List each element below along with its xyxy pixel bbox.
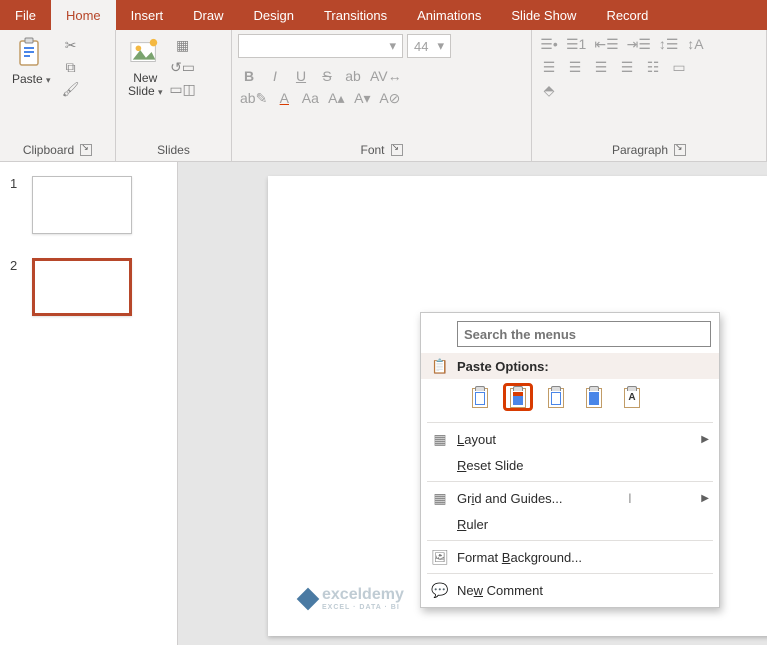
layout-icon: ▦ [429, 430, 451, 448]
context-menu: 📋 Paste Options: A ▦ Layout ▶ Reset Slid… [420, 312, 720, 608]
font-family-select[interactable]: ▾ [238, 34, 403, 58]
slide-thumb-2[interactable]: 2 [10, 258, 167, 316]
paste-text-only[interactable]: A [617, 383, 647, 411]
new-slide-icon [129, 37, 161, 69]
group-paragraph-label: Paragraph [612, 143, 668, 157]
justify-button[interactable]: ☰ [618, 59, 636, 76]
group-paragraph: ☰• ☰1 ⇤☰ ⇥☰ ↕☰ ↕A ☰ ☰ ☰ ☰ ☷ ▭ ⬘ Paragrap… [532, 30, 767, 161]
menu-grid-guides[interactable]: ▦ Grid and Guides... | ▶ [421, 485, 719, 511]
underline-button[interactable]: U [292, 68, 310, 84]
grow-font-button[interactable]: A▴ [327, 90, 345, 107]
tab-transitions[interactable]: Transitions [309, 0, 402, 30]
bold-button[interactable]: B [240, 68, 258, 84]
strike-button[interactable]: S [318, 68, 336, 84]
shadow-button[interactable]: ab [344, 68, 362, 84]
group-slides: NewSlide ▾ ▦ ↺▭ ▭◫ Slides [116, 30, 232, 161]
cut-icon[interactable]: ✂ [62, 36, 80, 54]
paste-button[interactable]: Paste ▾ [6, 34, 57, 89]
grid-icon: ▦ [429, 489, 451, 507]
ribbon: Paste ▾ ✂ ⧉ 🖌 Clipboard NewSlide ▾ ▦ ↺▭ … [0, 30, 767, 162]
italic-button[interactable]: I [266, 68, 284, 84]
slide-thumb-1[interactable]: 1 [10, 176, 167, 234]
clipboard-icon: 📋 [429, 357, 451, 375]
align-center-button[interactable]: ☰ [566, 59, 584, 76]
menu-format-background[interactable]: 🖼 Format Background... [421, 544, 719, 570]
menu-reset-slide[interactable]: Reset Slide [421, 452, 719, 478]
font-color-button[interactable]: A [275, 90, 293, 107]
tab-slideshow[interactable]: Slide Show [496, 0, 591, 30]
indent-dec-button[interactable]: ⇤☰ [594, 36, 618, 53]
dialog-launcher-icon[interactable] [80, 144, 92, 156]
comment-icon: 💬 [429, 581, 451, 599]
search-menus-input[interactable] [457, 321, 711, 347]
thumb-preview[interactable] [32, 176, 132, 234]
chevron-right-icon: ▶ [701, 493, 709, 504]
menu-ruler[interactable]: Ruler [421, 511, 719, 537]
spacing-button[interactable]: AV↔ [370, 68, 402, 84]
bullets-button[interactable]: ☰• [540, 36, 558, 53]
tab-design[interactable]: Design [239, 0, 309, 30]
paste-embed[interactable] [541, 383, 571, 411]
highlight-button[interactable]: ab✎ [240, 90, 267, 107]
watermark-sub: EXCEL · DATA · BI [322, 604, 404, 611]
clipboard-icon [15, 37, 47, 69]
tab-insert[interactable]: Insert [116, 0, 179, 30]
new-slide-button[interactable]: NewSlide ▾ [122, 34, 169, 101]
align-right-button[interactable]: ☰ [592, 59, 610, 76]
chevron-down-icon: ▾ [158, 87, 163, 97]
thumb-preview-selected[interactable] [32, 258, 132, 316]
ribbon-tabs: File Home Insert Draw Design Transitions… [0, 0, 767, 30]
dialog-launcher-icon[interactable] [674, 144, 686, 156]
change-case-button[interactable]: Aa [301, 90, 319, 107]
paste-options-header: Paste Options: [457, 359, 549, 374]
tab-file[interactable]: File [0, 0, 51, 30]
group-font: ▾ 44▾ B I U S ab AV↔ ab✎ A Aa A▴ A▾ A⊘ F… [232, 30, 532, 161]
format-painter-icon[interactable]: 🖌 [62, 80, 80, 98]
align-left-button[interactable]: ☰ [540, 59, 558, 76]
line-spacing-button[interactable]: ↕☰ [659, 36, 679, 53]
section-icon[interactable]: ▭◫ [174, 80, 192, 98]
watermark-text: exceldemy [322, 586, 404, 604]
tab-animations[interactable]: Animations [402, 0, 496, 30]
columns-button[interactable]: ☷ [644, 59, 662, 76]
paste-options: A [421, 379, 719, 419]
paste-use-destination-theme[interactable] [465, 383, 495, 411]
copy-icon[interactable]: ⧉ [62, 58, 80, 76]
thumb-number: 1 [10, 176, 22, 191]
paste-label: Paste [12, 72, 43, 86]
watermark: exceldemy EXCEL · DATA · BI [300, 586, 404, 611]
layout-icon[interactable]: ▦ [174, 36, 192, 54]
paste-picture[interactable] [579, 383, 609, 411]
chevron-down-icon: ▾ [46, 75, 51, 85]
thumb-number: 2 [10, 258, 22, 273]
text-direction-button[interactable]: ↕A [686, 36, 704, 53]
slide-thumbnail-pane[interactable]: 1 2 [0, 162, 178, 645]
tab-draw[interactable]: Draw [178, 0, 238, 30]
logo-icon [297, 587, 320, 610]
paste-keep-source-formatting[interactable] [503, 383, 533, 411]
menu-new-comment[interactable]: 💬 New Comment [421, 577, 719, 603]
menu-layout[interactable]: ▦ Layout ▶ [421, 426, 719, 452]
format-bg-icon: 🖼 [429, 548, 451, 566]
shrink-font-button[interactable]: A▾ [353, 90, 371, 107]
numbering-button[interactable]: ☰1 [566, 36, 586, 53]
indent-inc-button[interactable]: ⇥☰ [627, 36, 651, 53]
font-size-value: 44 [414, 39, 428, 54]
reset-icon[interactable]: ↺▭ [174, 58, 192, 76]
clear-format-button[interactable]: A⊘ [379, 90, 400, 107]
align-text-button[interactable]: ▭ [670, 59, 688, 76]
group-clipboard: Paste ▾ ✂ ⧉ 🖌 Clipboard [0, 30, 116, 161]
smartart-button[interactable]: ⬘ [540, 82, 558, 99]
group-slides-label: Slides [157, 143, 190, 157]
group-font-label: Font [360, 143, 384, 157]
tab-record[interactable]: Record [591, 0, 663, 30]
group-clipboard-label: Clipboard [23, 143, 74, 157]
font-size-select[interactable]: 44▾ [407, 34, 451, 58]
chevron-right-icon: ▶ [701, 434, 709, 445]
dialog-launcher-icon[interactable] [391, 144, 403, 156]
tab-home[interactable]: Home [51, 0, 116, 30]
